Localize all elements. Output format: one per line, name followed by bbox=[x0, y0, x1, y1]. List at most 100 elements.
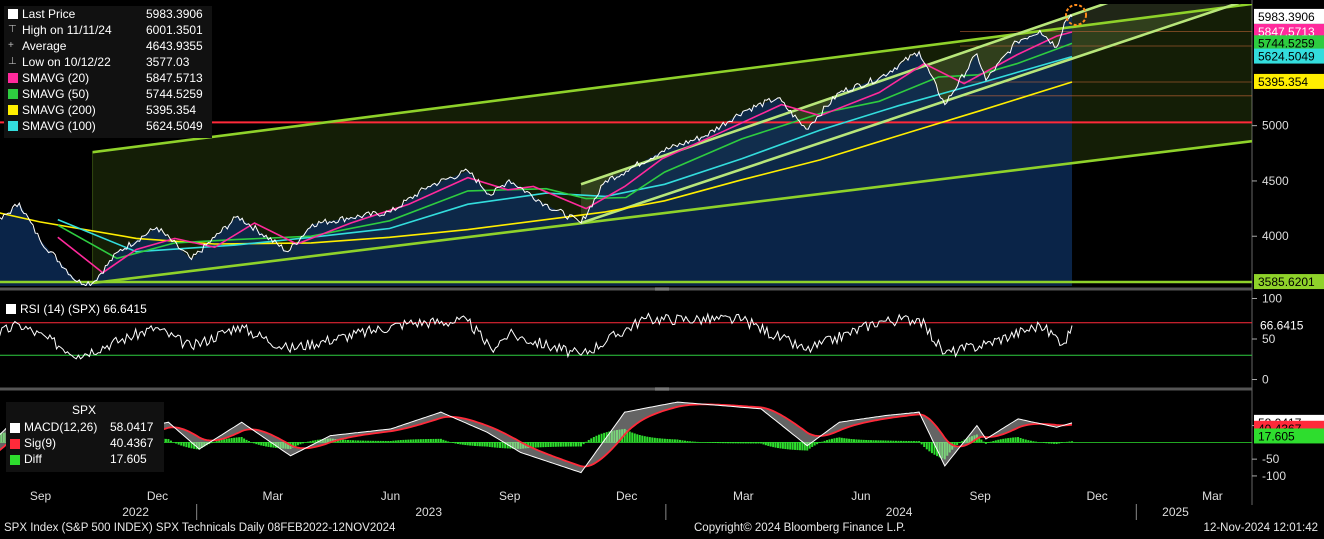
macd-histogram-bar bbox=[754, 442, 757, 444]
macd-histogram-bar bbox=[794, 442, 797, 450]
macd-histogram-bar bbox=[867, 440, 870, 443]
macd-histogram-bar bbox=[727, 442, 730, 444]
macd-histogram-bar bbox=[374, 440, 377, 443]
tick-down-icon: ⊥ bbox=[8, 56, 17, 67]
legend-sma100: SMAVG (100) 5624.5049 bbox=[4, 118, 212, 134]
macd-histogram-bar bbox=[449, 442, 452, 443]
macd-histogram-bar bbox=[384, 440, 387, 443]
green-square-icon bbox=[8, 89, 18, 99]
green-square-icon bbox=[10, 455, 20, 465]
legend-sma50: SMAVG (50) 5744.5259 bbox=[4, 86, 212, 102]
macd-histogram-bar bbox=[164, 438, 167, 443]
macd-histogram-bar bbox=[577, 442, 580, 447]
macd-histogram-bar bbox=[762, 442, 765, 445]
macd-histogram-bar bbox=[994, 440, 997, 443]
x-tick-label: Dec bbox=[616, 489, 637, 503]
macd-histogram-bar bbox=[493, 442, 496, 448]
macd-histogram-bar bbox=[404, 439, 407, 443]
macd-histogram-bar bbox=[958, 442, 961, 444]
legend-average: + Average 4643.9355 bbox=[8, 39, 203, 53]
macd-histogram-bar bbox=[653, 437, 656, 443]
macd-histogram-bar bbox=[984, 442, 987, 444]
macd-histogram-bar bbox=[250, 442, 253, 443]
legend-diff: Diff 17.605 bbox=[6, 452, 164, 468]
macd-histogram-bar bbox=[434, 438, 437, 443]
macd-histogram-bar bbox=[215, 441, 218, 443]
macd-histogram-bar bbox=[1045, 442, 1048, 444]
macd-tick-label: -50 bbox=[1262, 452, 1280, 466]
macd-histogram-bar bbox=[638, 434, 641, 443]
macd-histogram-bar bbox=[461, 442, 464, 445]
macd-histogram-bar bbox=[257, 442, 260, 445]
macd-histogram-bar bbox=[843, 438, 846, 443]
macd-histogram-bar bbox=[169, 440, 172, 443]
macd-histogram-bar bbox=[296, 442, 299, 446]
macd-histogram-bar bbox=[813, 442, 816, 446]
macd-histogram-bar bbox=[1017, 437, 1020, 443]
footer-copyright: Copyright© 2024 Bloomberg Finance L.P. bbox=[694, 522, 906, 534]
macd-panel bbox=[0, 401, 1252, 474]
macd-histogram-bar bbox=[663, 438, 666, 443]
macd-histogram-bar bbox=[1019, 437, 1022, 443]
macd-histogram-bar bbox=[666, 438, 669, 443]
macd-histogram-bar bbox=[600, 433, 603, 443]
macd-histogram-bar bbox=[187, 442, 190, 448]
macd-histogram-bar bbox=[857, 439, 860, 443]
macd-histogram-bar bbox=[306, 441, 309, 443]
macd-histogram-bar bbox=[956, 442, 959, 446]
macd-histogram-bar bbox=[459, 442, 462, 445]
macd-histogram-bar bbox=[845, 438, 848, 443]
macd-histogram-bar bbox=[466, 442, 469, 446]
macd-histogram-bar bbox=[1055, 442, 1058, 444]
macd-histogram-bar bbox=[716, 442, 719, 444]
macd-histogram-bar bbox=[646, 436, 649, 443]
macd-histogram-bar bbox=[491, 442, 494, 448]
macd-histogram-bar bbox=[791, 442, 794, 450]
macd-histogram-bar bbox=[369, 440, 372, 443]
macd-histogram-bar bbox=[185, 442, 188, 448]
macd-histogram-bar bbox=[777, 442, 780, 449]
macd-histogram-bar bbox=[1002, 438, 1005, 443]
macd-histogram-bar bbox=[473, 442, 476, 446]
macd-histogram-bar bbox=[835, 437, 838, 443]
macd-histogram-bar bbox=[997, 439, 1000, 443]
macd-tick-label: -100 bbox=[1262, 469, 1286, 483]
macd-histogram-bar bbox=[840, 437, 843, 443]
macd-histogram-bar bbox=[574, 442, 577, 447]
macd-histogram-bar bbox=[402, 439, 405, 443]
macd-histogram-bar bbox=[562, 442, 565, 447]
macd-histogram-bar bbox=[394, 440, 397, 443]
year-label: 2023 bbox=[415, 505, 442, 519]
price-value-label: 5744.5259 bbox=[1258, 36, 1315, 50]
macd-histogram-bar bbox=[870, 440, 873, 443]
macd-histogram-bar bbox=[1065, 441, 1068, 443]
macd-histogram-bar bbox=[362, 440, 365, 443]
macd-histogram-bar bbox=[789, 442, 792, 450]
macd-histogram-bar bbox=[294, 442, 297, 447]
macd-histogram-bar bbox=[900, 440, 903, 443]
macd-histogram-bar bbox=[892, 440, 895, 443]
macd-histogram-bar bbox=[595, 435, 598, 443]
macd-histogram-bar bbox=[816, 442, 819, 445]
macd-histogram-bar bbox=[352, 440, 355, 443]
macd-histogram-bar bbox=[407, 439, 410, 443]
macd-histogram-bar bbox=[759, 442, 762, 444]
macd-histogram-bar bbox=[1037, 442, 1040, 443]
macd-legend: SPX MACD(12,26) 58.0417 Sig(9) 40.4367 Dif… bbox=[6, 402, 164, 472]
rsi-tick-label: 0 bbox=[1262, 373, 1269, 387]
macd-histogram-bar bbox=[382, 440, 385, 443]
macd-histogram-bar bbox=[905, 440, 908, 443]
macd-histogram-bar bbox=[920, 442, 923, 445]
macd-histogram-bar bbox=[238, 437, 241, 443]
macd-histogram-bar bbox=[341, 439, 344, 443]
rsi-panel bbox=[0, 312, 1252, 360]
macd-histogram-bar bbox=[364, 440, 367, 443]
macd-histogram-bar bbox=[772, 442, 775, 448]
macd-histogram-bar bbox=[598, 434, 601, 443]
macd-histogram-bar bbox=[357, 440, 360, 443]
macd-histogram-bar bbox=[732, 442, 735, 444]
macd-histogram-bar bbox=[641, 435, 644, 443]
macd-histogram-bar bbox=[992, 440, 995, 443]
macd-histogram-bar bbox=[414, 439, 417, 443]
macd-histogram-bar bbox=[925, 442, 928, 450]
